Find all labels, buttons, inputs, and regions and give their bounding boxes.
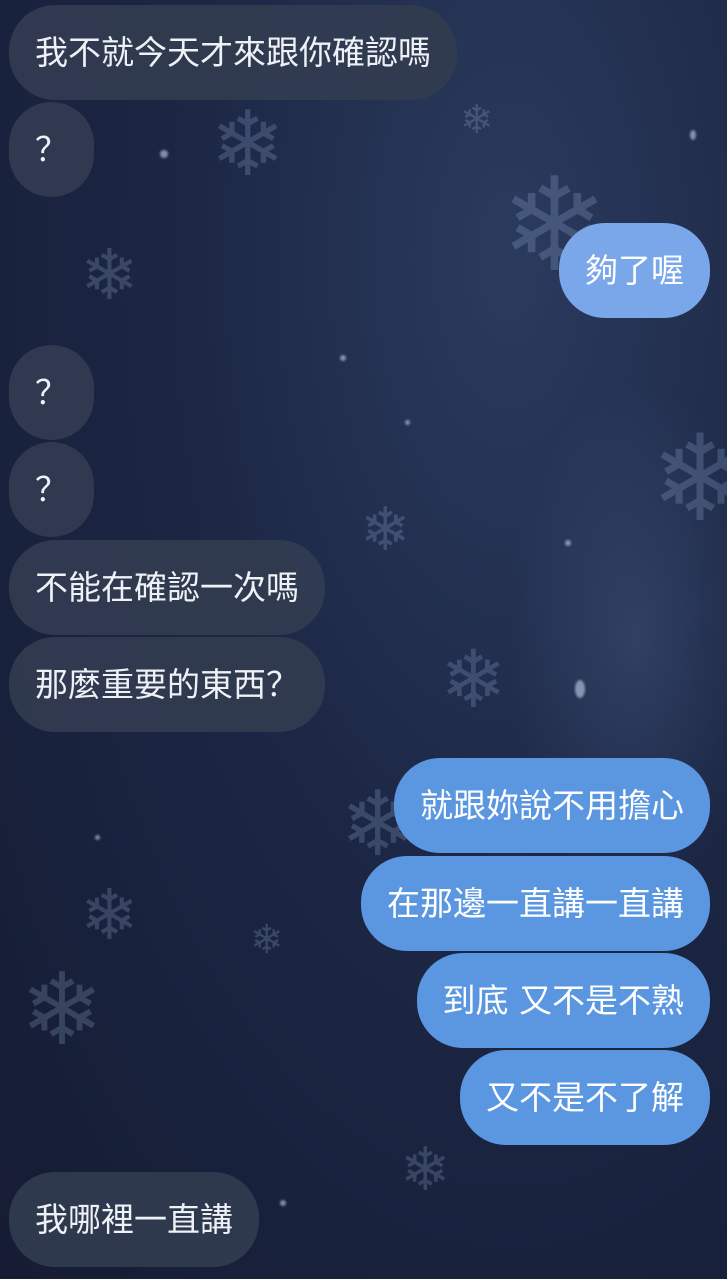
message-bubble-incoming[interactable]: 那麼重要的東西？ [9,637,325,732]
snowflake-icon: ❄ [440,633,508,726]
snowflake-icon: ❄ [360,495,411,565]
message-bubble-incoming[interactable]: ？ [9,345,94,440]
snowflake-icon: ❄ [210,92,286,197]
snow-particle [565,540,571,546]
message-bubble-outgoing[interactable]: 在那邊一直講一直講 [361,856,710,951]
snowflake-icon: ❄ [80,874,139,956]
message-bubble-incoming[interactable]: ？ [9,102,94,197]
snowflake-icon: ❄ [400,1135,451,1205]
message-bubble-incoming[interactable]: 不能在確認一次嗎 [9,540,325,635]
message-bubble-outgoing[interactable]: 又不是不了解 [460,1050,710,1145]
message-bubble-incoming[interactable]: 我哪裡一直講 [9,1172,259,1267]
snow-particle [280,1200,286,1206]
snowflake-icon: ❄ [80,234,139,316]
snow-particle [405,420,410,425]
message-bubble-incoming[interactable]: 我不就今天才來跟你確認嗎 [9,5,457,100]
message-bubble-incoming[interactable]: ？ [9,442,94,537]
snow-particle [95,835,100,840]
snow-particle [160,150,168,158]
snowflake-icon: ❄ [460,97,494,143]
snow-particle [690,130,696,140]
snowflake-icon: ❄ [250,917,284,963]
message-bubble-outgoing[interactable]: 到底 又不是不熟 [416,953,710,1048]
snow-particle [340,355,346,361]
message-bubble-outgoing[interactable]: 夠了喔 [559,223,710,318]
snow-particle [575,680,585,698]
message-bubble-outgoing[interactable]: 就跟妳說不用擔心 [394,758,710,853]
snowflake-icon: ❄ [20,951,104,1068]
